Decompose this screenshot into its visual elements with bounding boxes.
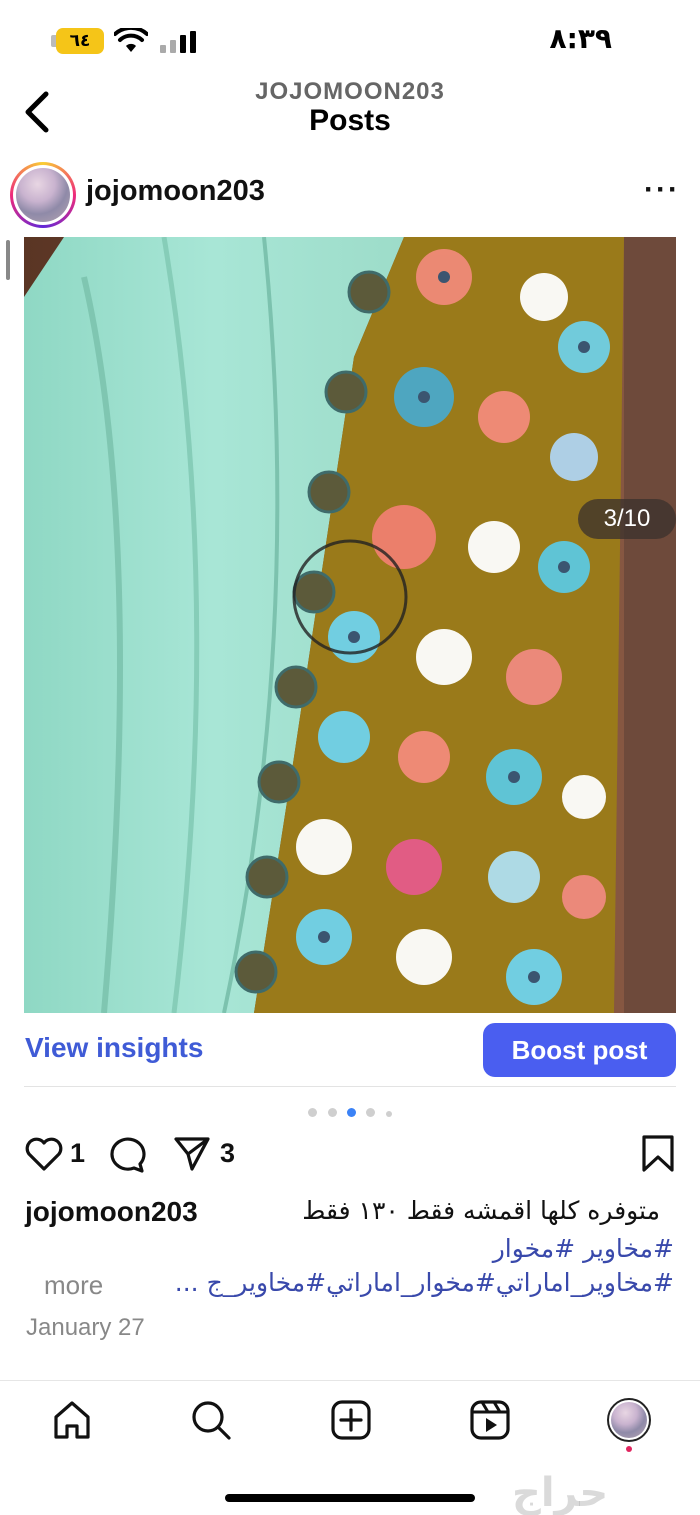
wifi-icon (114, 28, 148, 52)
author-avatar[interactable] (10, 162, 76, 228)
clock: ٨:٣٩ (549, 22, 612, 55)
image-counter-badge: 3/10 (578, 499, 676, 539)
share-count: 3 (220, 1138, 236, 1168)
status-bar: ٦٤ ٨:٣٩ (0, 0, 700, 70)
photo-illustration (24, 237, 676, 1013)
comment-icon[interactable] (106, 1134, 146, 1174)
author-username[interactable]: jojomoon203 (86, 175, 265, 208)
carousel-dot (385, 1111, 392, 1117)
hashtags-line-1[interactable]: #مخاوير #مخوار (493, 1234, 674, 1263)
heart-icon[interactable] (24, 1134, 64, 1174)
profile-avatar[interactable] (607, 1398, 651, 1442)
home-icon[interactable] (50, 1398, 94, 1442)
post-date: January 27 (26, 1314, 145, 1341)
caption-more-link[interactable]: more (44, 1270, 103, 1301)
carousel-dot (366, 1108, 376, 1117)
avatar-border (13, 165, 73, 225)
page-title: Posts (309, 104, 391, 137)
boost-post-button[interactable]: Boost post (483, 1023, 676, 1077)
avatar-image (16, 168, 70, 222)
more-horizontal-icon[interactable]: ··· (644, 175, 680, 205)
caption-username[interactable]: jojomoon203 (25, 1196, 198, 1228)
post-photo[interactable]: 3/10 (24, 237, 676, 1013)
home-indicator[interactable] (225, 1494, 475, 1502)
signal-icon (160, 31, 196, 53)
reels-icon[interactable] (468, 1398, 512, 1442)
view-insights-link[interactable]: View insights (25, 1032, 203, 1064)
carousel-indicator (0, 1104, 700, 1122)
carousel-dot (308, 1108, 318, 1117)
header-account-name: JOJOMOON203 (255, 78, 445, 105)
send-icon[interactable] (172, 1134, 212, 1174)
scroll-indicator (6, 240, 10, 280)
caption-text: متوفره كلها اقمشه فقط ١٣٠ فقط (302, 1196, 660, 1225)
profile-avatar-image (611, 1402, 647, 1438)
bookmark-icon[interactable] (640, 1134, 676, 1174)
nav-divider (0, 1380, 700, 1381)
divider (24, 1086, 676, 1087)
like-count[interactable]: 1 (70, 1138, 85, 1169)
carousel-dot-active (347, 1108, 356, 1117)
create-icon[interactable] (329, 1398, 373, 1442)
hashtags-line-2[interactable]: #مخاوير_اماراتي#مخوار_اماراتي#مخاوير_ج .… (175, 1268, 674, 1297)
watermark: حراج (512, 1470, 609, 1515)
notification-dot (626, 1446, 632, 1452)
battery-indicator: ٦٤ (56, 28, 104, 54)
carousel-dot (327, 1108, 337, 1117)
search-icon[interactable] (189, 1398, 233, 1442)
